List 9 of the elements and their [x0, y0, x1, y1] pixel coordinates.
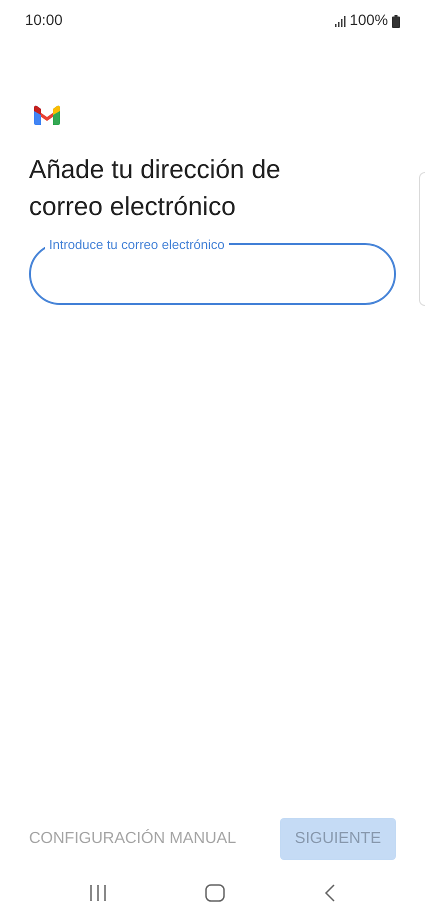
battery-level: 100% — [350, 10, 388, 31]
home-icon[interactable] — [205, 884, 226, 902]
page-title: Añade tu dirección de correo electrónico — [28, 153, 282, 223]
status-time: 10:00 — [25, 10, 63, 31]
back-icon[interactable] — [324, 884, 336, 902]
signal-icon — [334, 16, 346, 26]
battery-icon — [392, 14, 400, 28]
mail-logo-icon — [33, 105, 61, 125]
recent-apps-icon[interactable] — [89, 885, 108, 901]
